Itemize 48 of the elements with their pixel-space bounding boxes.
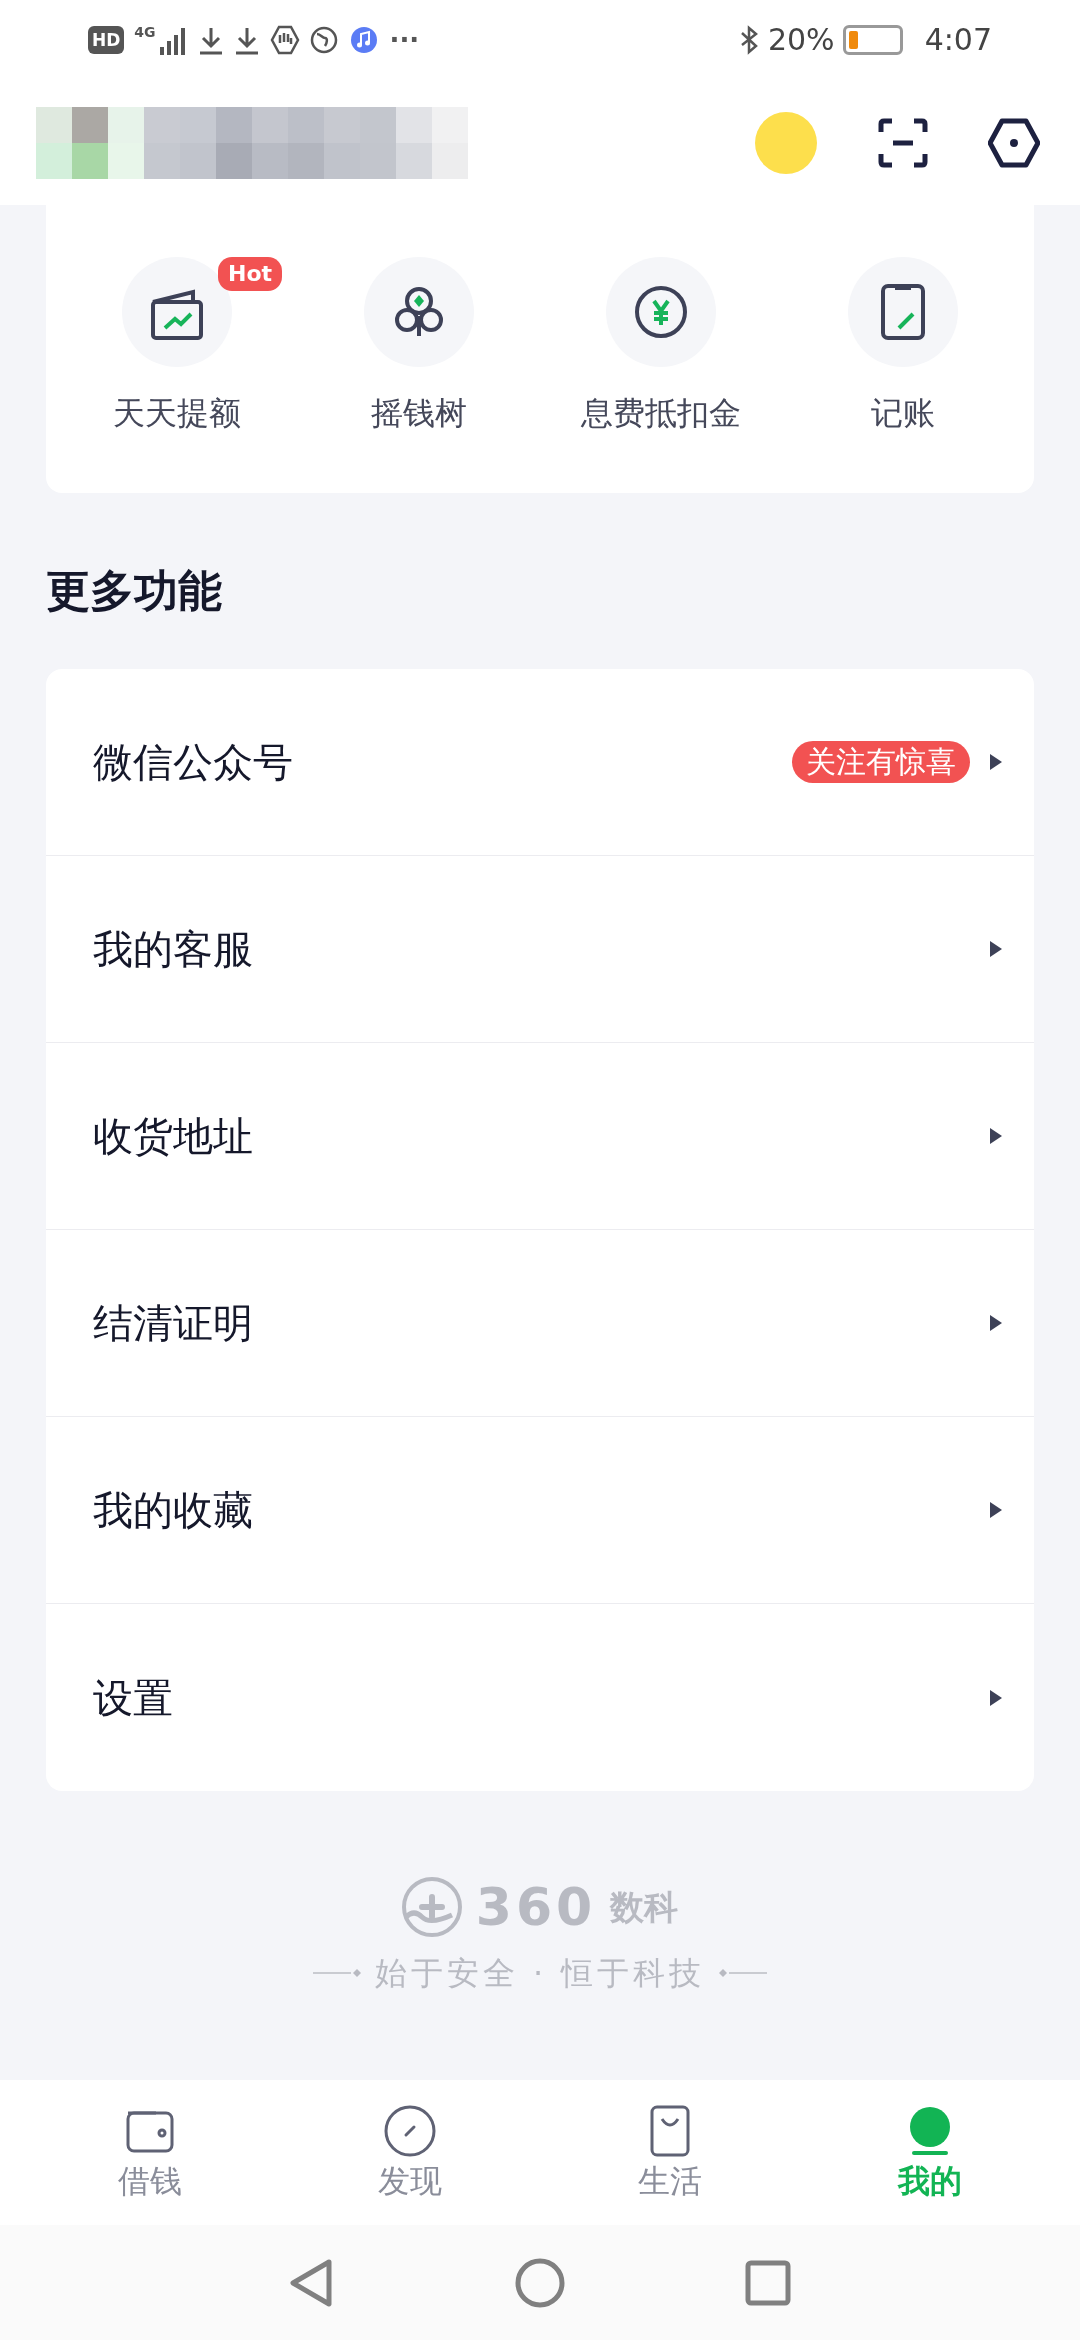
quick-action[interactable]: 息费抵扣金 — [581, 393, 741, 433]
section-title: 更多功能 — [46, 564, 222, 618]
menu-label: 设置 — [93, 1673, 173, 1723]
download-icon — [197, 25, 224, 55]
quick-action[interactable]: 摇钱树 — [371, 393, 467, 433]
menu-item[interactable]: 微信公众号 关注有惊喜 — [46, 669, 1034, 856]
brand-logo-icon — [401, 1876, 462, 1937]
scan-icon — [878, 117, 928, 168]
coin-icon — [754, 110, 818, 175]
divider-ornament-icon — [717, 1967, 768, 1978]
chevron-icon — [988, 939, 1002, 959]
menu-item[interactable]: 我的收藏 — [46, 1417, 1034, 1604]
quick-action[interactable]: 天天提额 — [113, 393, 241, 433]
battery-icon — [842, 25, 903, 55]
menu-label: 我的客服 — [93, 925, 253, 974]
menu-label: 收货地址 — [93, 1112, 253, 1161]
menu-item[interactable]: 我的客服 — [46, 856, 1034, 1043]
divider-ornament-icon — [312, 1967, 363, 1978]
network-label: 4G — [134, 25, 156, 39]
slogan: 始于安全 · 恒于科技 — [374, 1952, 706, 1994]
music-app-icon — [349, 25, 380, 55]
brand-number: 360 — [475, 1880, 597, 1933]
recents-icon — [745, 2259, 791, 2306]
hot-badge: Hot — [218, 257, 283, 291]
more-indicator: ··· — [389, 27, 420, 53]
menu-label: 我的收藏 — [93, 1486, 253, 1535]
brand-name: 数科 — [610, 1889, 679, 1924]
quick-action[interactable]: 记账 — [871, 393, 935, 433]
signal-icon — [157, 25, 188, 55]
clock: 4:07 — [924, 25, 992, 55]
battery-percent: 20% — [767, 25, 835, 55]
chevron-icon — [988, 752, 1002, 772]
menu-label: 微信公众号 — [93, 738, 293, 787]
back-icon — [289, 2257, 335, 2308]
menu-item[interactable]: 设置 — [46, 1604, 1034, 1791]
download-icon — [233, 25, 260, 55]
menu-item[interactable]: 收货地址 — [46, 1043, 1034, 1230]
hd-badge: HD — [88, 26, 125, 54]
home-icon — [515, 2257, 565, 2308]
settings-icon — [988, 116, 1040, 169]
chevron-icon — [988, 1687, 1002, 1708]
chevron-icon — [988, 1313, 1002, 1333]
menu-label: 结清证明 — [93, 1299, 253, 1348]
chevron-icon — [988, 1500, 1002, 1520]
menu-item[interactable]: 结清证明 — [46, 1230, 1034, 1417]
chevron-icon — [988, 1126, 1002, 1146]
promo-badge: 关注有惊喜 — [792, 741, 970, 783]
compass-icon — [382, 2104, 438, 2157]
